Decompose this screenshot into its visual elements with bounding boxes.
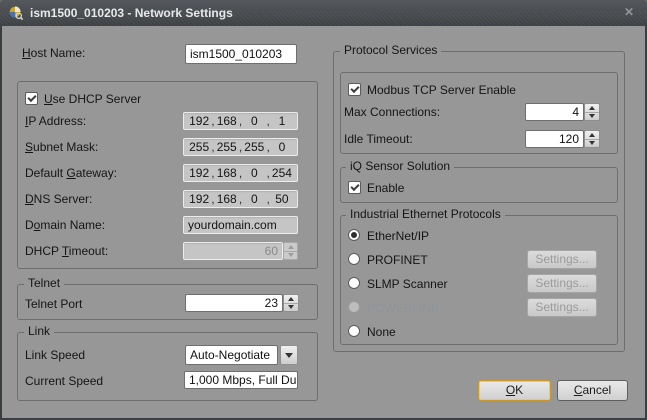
iq-enable-label: Enable	[367, 182, 404, 195]
radio-profinet-label: PROFINET	[367, 254, 428, 267]
iq-enable-checkbox[interactable]	[348, 181, 361, 194]
telnet-port-input[interactable]: 23	[185, 294, 283, 312]
default-gateway-field[interactable]: 192,168,0,254	[183, 164, 298, 182]
close-icon[interactable]: ✕	[624, 0, 634, 26]
use-dhcp-checkbox[interactable]	[25, 92, 38, 105]
dhcp-timeout-spinner	[283, 242, 298, 260]
idle-timeout-spinner[interactable]	[584, 130, 600, 148]
chevron-down-icon	[285, 353, 293, 358]
telnet-port-spinner[interactable]	[283, 294, 299, 312]
host-name-label: Host Name:	[22, 47, 85, 60]
radio-none-label: None	[367, 326, 396, 339]
radio-slmp-scanner-label: SLMP Scanner	[367, 278, 448, 291]
idle-timeout-input[interactable]: 120	[525, 130, 584, 148]
dns-server-field[interactable]: 192,168,0,50	[183, 190, 298, 208]
max-connections-spinner[interactable]	[584, 103, 600, 121]
radio-powerlink-label: POWERLINK	[367, 302, 439, 315]
telnet-group-caption: Telnet	[24, 277, 64, 290]
link-speed-select[interactable]: Auto-Negotiate	[185, 345, 278, 365]
iq-sensor-caption: iQ Sensor Solution	[346, 160, 454, 173]
spin-up-button[interactable]	[284, 295, 298, 304]
spin-down-button[interactable]	[585, 113, 599, 121]
max-connections-label: Max Connections:	[344, 106, 440, 119]
idle-timeout-label: Idle Timeout:	[344, 133, 413, 146]
spin-up-button[interactable]	[585, 104, 599, 113]
network-settings-dialog: ism1500_010203 - Network Settings ✕ Host…	[0, 0, 647, 420]
title-bar[interactable]: ism1500_010203 - Network Settings ✕	[0, 0, 647, 26]
radio-none[interactable]	[348, 325, 360, 337]
protocol-services-caption: Protocol Services	[340, 44, 441, 57]
current-speed-input[interactable]: 1,000 Mbps, Full Dup	[184, 371, 298, 389]
spin-down-button[interactable]	[585, 140, 599, 148]
modbus-enable-checkbox[interactable]	[348, 83, 361, 96]
radio-powerlink	[348, 301, 360, 313]
default-gateway-label: Default Gateway:	[25, 167, 117, 180]
settings-button-slmp: Settings...	[527, 274, 597, 293]
ip-address-field[interactable]: 192,168,0,1	[183, 112, 298, 130]
radio-slmp-scanner[interactable]	[348, 277, 360, 289]
ip-address-label: IP Address:	[25, 115, 86, 128]
modbus-enable-label: Modbus TCP Server Enable	[367, 84, 516, 97]
current-speed-label: Current Speed	[25, 375, 103, 388]
app-icon	[8, 5, 24, 21]
subnet-mask-label: Subnet Mask:	[25, 141, 98, 154]
spin-up-button	[284, 243, 297, 252]
domain-name-label: Domain Name:	[25, 219, 105, 232]
link-speed-dropdown-button[interactable]	[280, 345, 298, 365]
spin-up-button[interactable]	[585, 131, 599, 140]
subnet-mask-field[interactable]: 255,255,255,0	[183, 138, 298, 156]
industrial-protocols-caption: Industrial Ethernet Protocols	[346, 208, 505, 221]
domain-name-input[interactable]: yourdomain.com	[183, 216, 298, 234]
radio-profinet[interactable]	[348, 253, 360, 265]
dhcp-timeout-input: 60	[183, 242, 283, 260]
settings-button-powerlink: Settings...	[527, 298, 597, 317]
radio-ethernet-ip[interactable]	[348, 229, 360, 241]
link-group	[17, 332, 318, 401]
spin-down-button	[284, 252, 297, 260]
cancel-button[interactable]: Cancel	[557, 380, 628, 401]
window-title: ism1500_010203 - Network Settings	[30, 0, 233, 26]
link-speed-label: Link Speed	[25, 349, 85, 362]
use-dhcp-label: Use DHCP Server	[44, 93, 141, 106]
dns-server-label: DNS Server:	[25, 193, 92, 206]
ok-button[interactable]: OK	[478, 380, 551, 401]
host-name-input[interactable]: ism1500_010203	[185, 44, 297, 64]
dhcp-timeout-label: DHCP Timeout:	[25, 245, 108, 258]
max-connections-input[interactable]: 4	[525, 103, 584, 121]
radio-ethernet-ip-label: EtherNet/IP	[367, 230, 429, 243]
settings-button-profinet: Settings...	[527, 250, 597, 269]
link-group-caption: Link	[24, 325, 54, 338]
telnet-port-label: Telnet Port	[25, 298, 82, 311]
spin-down-button[interactable]	[284, 304, 298, 312]
